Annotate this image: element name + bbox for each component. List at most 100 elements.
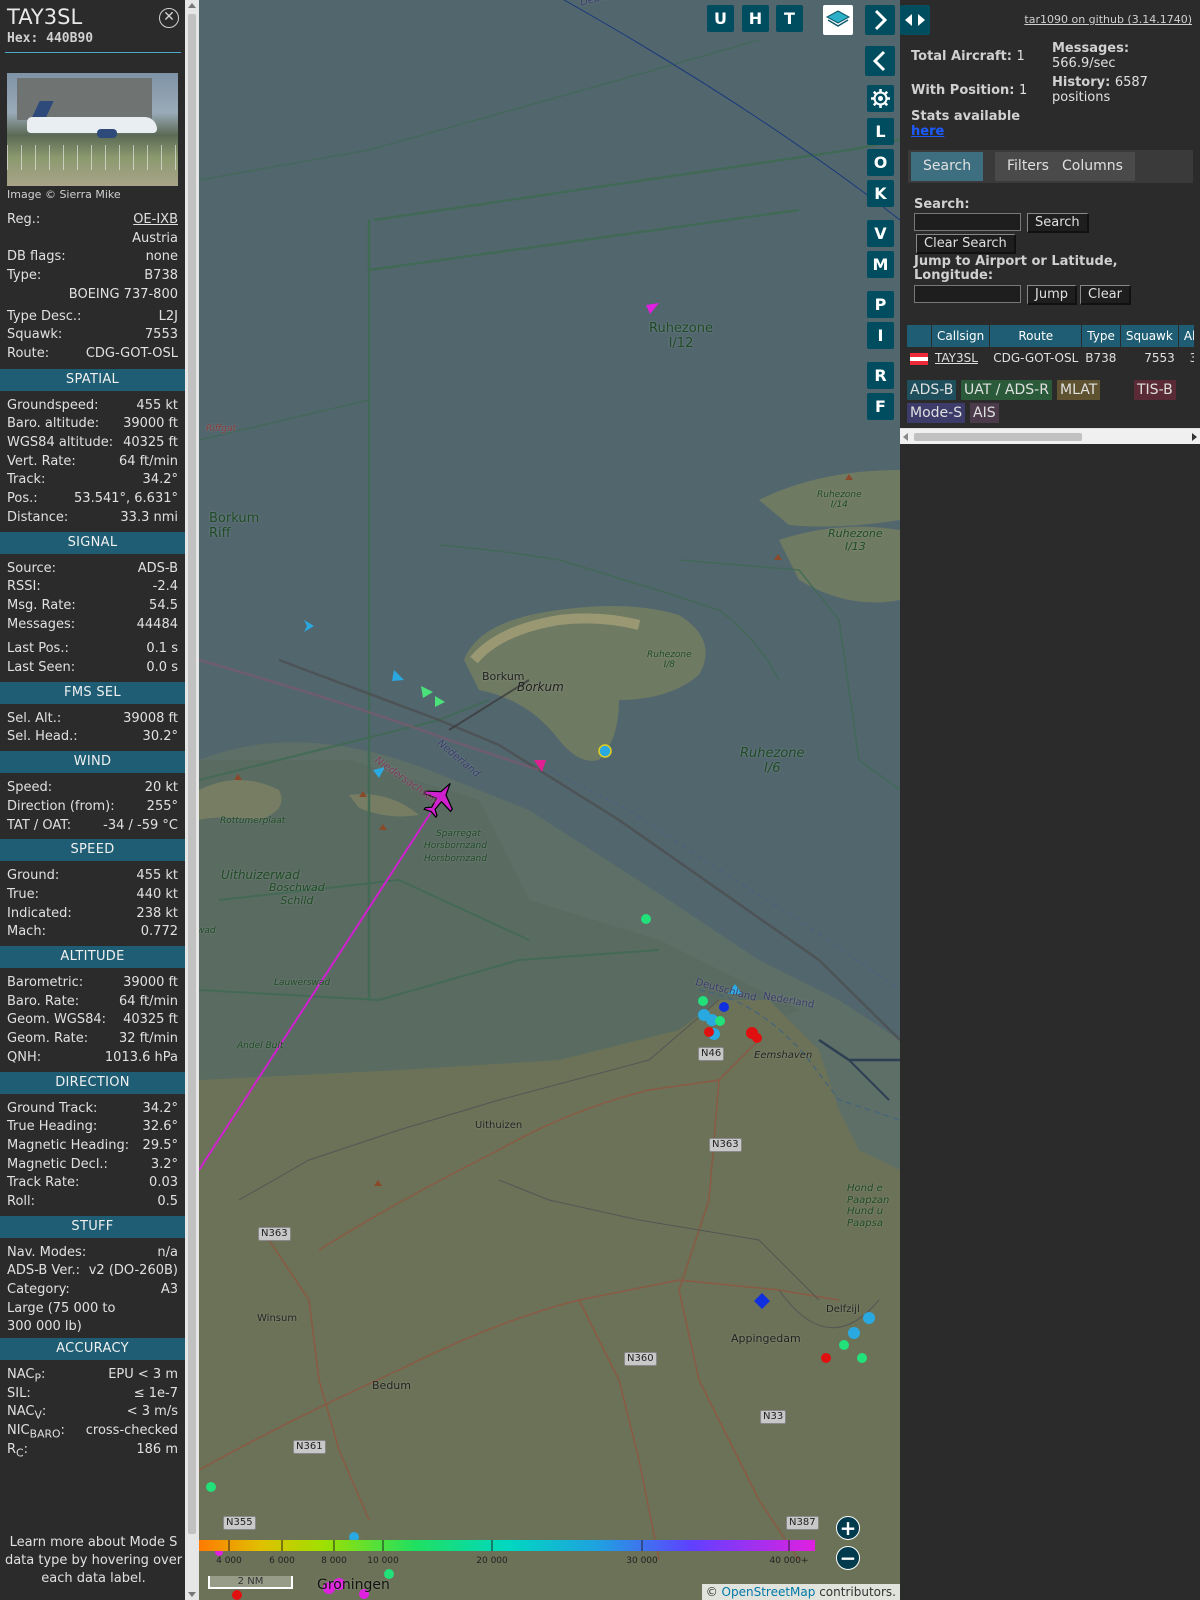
map-button-v[interactable]: V	[867, 220, 894, 247]
zoom-in-icon[interactable]: +	[836, 1516, 860, 1540]
column-header-squawk[interactable]: Squawk	[1120, 325, 1178, 347]
selected-hex: Hex: 440B90	[7, 31, 94, 46]
jump-button[interactable]: Jump	[1027, 285, 1077, 305]
map-button-t[interactable]: T	[776, 5, 803, 32]
info-row: Type: B738	[7, 267, 178, 285]
map-button-m[interactable]: M	[867, 251, 894, 278]
zoom-out-icon[interactable]: −	[836, 1546, 860, 1570]
info-row: Sel. Alt.: 39008 ft	[7, 710, 178, 728]
info-row-label: Direction (from):	[7, 798, 115, 814]
chevron-right-icon[interactable]	[865, 5, 895, 35]
clear-search-button[interactable]: Clear Search	[916, 234, 1016, 254]
jump-input[interactable]	[914, 285, 1021, 303]
map-label-wad-left: wad	[199, 926, 216, 936]
badge-mlat[interactable]: MLAT	[1057, 380, 1101, 400]
info-row-value[interactable]: OE-IXB	[133, 211, 178, 229]
column-header-type[interactable]: Type	[1082, 325, 1120, 347]
info-row-value: 32.6°	[142, 1119, 178, 1135]
section-header-spatial: SPATIAL	[0, 368, 185, 391]
column-header-route[interactable]: Route	[990, 325, 1082, 347]
info-row: Magnetic Decl.: 3.2°	[7, 1156, 178, 1174]
info-row: Messages: 44484	[7, 616, 178, 634]
info-row: Austria	[7, 230, 178, 248]
info-row-label: Magnetic Decl.:	[7, 1156, 108, 1172]
badge-uat-ads-r[interactable]: UAT / ADS-R	[961, 380, 1052, 400]
osm-link[interactable]: OpenStreetMap	[722, 1585, 816, 1599]
map-button-r[interactable]: R	[867, 362, 894, 389]
map-button-i[interactable]: I	[867, 322, 894, 349]
badge-ais[interactable]: AIS	[970, 403, 999, 423]
badge-tis-b[interactable]: TIS-B	[1134, 380, 1176, 400]
road-label-n46: N46	[698, 1047, 725, 1061]
info-row-value: 34.2°	[142, 472, 178, 488]
info-row: Groundspeed: 455 kt	[7, 397, 178, 415]
info-row: Ground: 455 kt	[7, 867, 178, 885]
map-tiles[interactable]	[199, 0, 900, 1600]
info-panel-scrollbar[interactable]	[185, 0, 199, 1600]
table-horizontal-scrollbar[interactable]	[900, 428, 1200, 444]
map-button-o[interactable]: O	[867, 149, 894, 176]
github-link[interactable]: tar1090 on github (3.14.1740)	[1024, 13, 1192, 26]
stats-link[interactable]: here	[911, 124, 944, 139]
map-button-k[interactable]: K	[867, 180, 894, 207]
info-row: Source: ADS-B	[7, 560, 178, 578]
aircraft-table-container: CallsignRouteTypeSquawkAlt. (ft) TAY3SL C…	[906, 324, 1194, 374]
info-row: NICBARO: cross-checked	[7, 1422, 178, 1441]
jump-label: Jump to Airport or Latitude, Longitude:	[914, 254, 1118, 283]
search-label: Search:	[914, 197, 970, 212]
map-label-bedum: Bedum	[372, 1379, 411, 1392]
search-input[interactable]	[914, 213, 1021, 231]
road-label-n363b: N363	[258, 1227, 291, 1241]
info-row-label: Sel. Head.:	[7, 729, 78, 745]
info-row-value: ADS-B	[137, 560, 178, 576]
info-row: Barometric: 39000 ft	[7, 974, 178, 992]
table-row[interactable]: TAY3SL CDG-GOT-OSL B738 7553 39000	[907, 348, 1194, 368]
info-row: Indicated: 238 kt	[7, 905, 178, 923]
column-header-alt-ft[interactable]: Alt. (ft)	[1178, 325, 1194, 347]
chevron-left-icon[interactable]	[865, 46, 895, 76]
info-row-label: TAT / OAT:	[7, 817, 72, 833]
info-row-value: 39008 ft	[123, 710, 178, 726]
info-row-value: 53.541°, 6.631°	[74, 491, 178, 507]
map-button-h[interactable]: H	[742, 5, 769, 32]
search-button[interactable]: Search	[1027, 213, 1089, 233]
info-row: Vert. Rate: 64 ft/min	[7, 453, 178, 471]
info-row-label: Barometric:	[7, 975, 84, 990]
badge-ads-b[interactable]: ADS-B	[907, 380, 957, 400]
cell-callsign[interactable]: TAY3SL	[932, 348, 989, 368]
map-button-p[interactable]: P	[867, 291, 894, 318]
total-aircraft: Total Aircraft: 1	[911, 49, 1025, 64]
info-row-label: DB flags:	[7, 249, 66, 265]
map-button-f[interactable]: F	[867, 393, 894, 420]
map-label-boschwad: Boschwad Schild	[269, 881, 325, 907]
info-row-label: Source:	[7, 560, 57, 576]
map-view[interactable]: DeutschlandRuhezone I/12RiffgatBorkum Ri…	[199, 0, 900, 1600]
layers-icon[interactable]	[823, 5, 853, 35]
collapse-sidebar-icon[interactable]	[900, 5, 930, 35]
info-row-value: 32 ft/min	[118, 1031, 178, 1047]
info-row: NACP: EPU < 3 m	[7, 1366, 178, 1385]
map-label-andel-bult: Andel Bult	[237, 1041, 284, 1051]
info-row-value: 455 kt	[136, 868, 178, 884]
tab-search[interactable]: Search	[911, 152, 984, 181]
map-button-l[interactable]: L	[867, 118, 894, 145]
map-button-u[interactable]: U	[707, 5, 734, 32]
info-row-value: 20 kt	[144, 780, 178, 796]
aircraft-photo[interactable]	[7, 73, 178, 186]
gear-icon[interactable]	[867, 85, 894, 112]
column-header-callsign[interactable]: Callsign	[932, 325, 990, 347]
info-row: ADS-B Ver.: v2 (DO-260B)	[7, 1262, 178, 1280]
column-header-flag[interactable]	[907, 325, 931, 347]
info-row-label: Baro. altitude:	[7, 416, 100, 432]
info-row-value: 40325 ft	[123, 435, 178, 450]
info-row-label: Route:	[7, 345, 50, 361]
tab-columns[interactable]: Columns	[1050, 152, 1135, 181]
info-row-value: CDG-GOT-OSL	[85, 345, 178, 361]
info-row: Large (75 000 to 300 000 lb)	[7, 1300, 178, 1334]
close-icon[interactable]: ✕	[159, 8, 179, 28]
badge-mode-s[interactable]: Mode-S	[907, 403, 966, 423]
info-row-label: SIL:	[7, 1385, 31, 1401]
info-row-label: Msg. Rate:	[7, 597, 76, 613]
info-row: True: 440 kt	[7, 886, 178, 904]
clear-button[interactable]: Clear	[1080, 285, 1131, 305]
